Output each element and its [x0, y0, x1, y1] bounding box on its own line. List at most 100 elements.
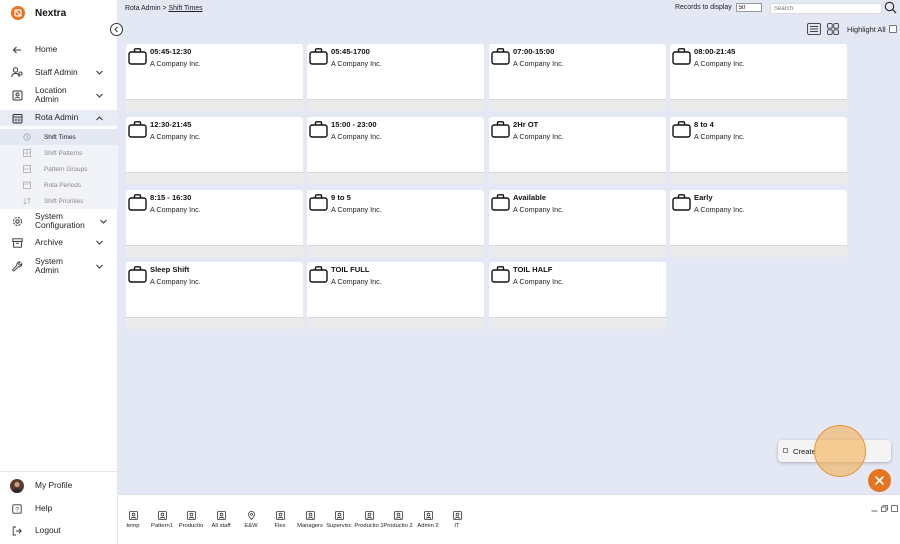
sidebar-item-rota-admin[interactable]: Rota Admin — [0, 110, 118, 126]
more-options-icon[interactable] — [653, 250, 663, 254]
sidebar-item-system-configuration[interactable]: System Configuration — [0, 210, 118, 232]
breadcrumb-current[interactable]: Shift Times — [168, 5, 202, 12]
shift-card-company: A Company Inc. — [513, 205, 564, 214]
sidebar-item-home[interactable]: Home — [0, 42, 118, 57]
chevron-down-icon — [95, 68, 104, 77]
shift-card[interactable]: Available A Company Inc. — [489, 190, 666, 257]
dock-item[interactable]: Admin 2 — [413, 511, 443, 530]
dock-item[interactable]: temp — [118, 511, 148, 530]
shift-card[interactable]: 12:30-21:45 A Company Inc. — [126, 117, 303, 184]
breadcrumb: Rota Admin > Shift Times — [125, 5, 203, 12]
arrow-left-icon — [11, 44, 23, 56]
dock-item[interactable]: Productio 1 — [354, 511, 384, 530]
shift-card-title: 9 to 5 — [331, 193, 351, 202]
records-input[interactable] — [735, 3, 762, 12]
sidebar-item-label: Location Admin — [35, 84, 67, 104]
briefcase-icon — [491, 265, 510, 283]
grid-view-icon[interactable] — [827, 23, 839, 35]
shift-card-company: A Company Inc. — [331, 205, 382, 214]
more-options-icon[interactable] — [290, 250, 300, 254]
restore-icon[interactable] — [881, 499, 888, 512]
sidebar-item-logout[interactable]: Logout — [0, 523, 118, 539]
shift-card[interactable]: 2Hr OT A Company Inc. — [489, 117, 666, 184]
shift-card-title: Available — [513, 193, 547, 202]
list-view-icon[interactable] — [807, 23, 821, 35]
more-options-icon[interactable] — [471, 322, 481, 326]
sidebar-subitem-shift-priorities[interactable]: Shift Priorities — [0, 193, 118, 209]
more-options-icon[interactable] — [653, 104, 663, 108]
more-options-icon[interactable] — [653, 322, 663, 326]
shift-card-company: A Company Inc. — [150, 59, 201, 68]
breadcrumb-root[interactable]: Rota Admin > — [125, 5, 168, 12]
create-label: Create — [793, 447, 816, 456]
calendar-icon — [23, 181, 31, 189]
more-options-icon[interactable] — [290, 104, 300, 108]
shift-card-footer — [307, 99, 484, 111]
more-options-icon[interactable] — [290, 177, 300, 181]
highlight-all-checkbox[interactable] — [888, 25, 897, 33]
shift-card[interactable]: 15:00 - 23:00 A Company Inc. — [307, 117, 484, 184]
shift-card[interactable]: 8 to 4 A Company Inc. — [670, 117, 847, 184]
dock-item[interactable]: Managers — [295, 511, 325, 530]
sidebar-subitem-shift-patterns[interactable]: Shift Patterns — [0, 145, 118, 161]
dock-item-label: Managers — [297, 523, 323, 529]
records-to-display: Records to display — [675, 3, 762, 12]
dock-item[interactable]: Supervisc — [324, 511, 354, 530]
shift-card[interactable]: 9 to 5 A Company Inc. — [307, 190, 484, 257]
sidebar-item-archive[interactable]: Archive — [0, 235, 118, 250]
shift-card[interactable]: 07:00-15:00 A Company Inc. — [489, 44, 666, 111]
dock-item[interactable]: Productio — [176, 511, 206, 530]
briefcase-icon — [309, 120, 328, 138]
sidebar-item-my-profile[interactable]: My Profile — [0, 478, 118, 494]
more-options-icon[interactable] — [834, 250, 844, 254]
dock-item[interactable]: Productio 2 — [383, 511, 413, 530]
shift-card[interactable]: Sleep Shift A Company Inc. — [126, 262, 303, 329]
more-options-icon[interactable] — [471, 250, 481, 254]
close-fab-button[interactable] — [868, 469, 891, 492]
person-icon — [423, 511, 433, 520]
sidebar-item-help[interactable]: ? Help — [0, 501, 118, 517]
sidebar-subitem-pattern-groups[interactable]: Pattern Groups — [0, 161, 118, 177]
sidebar-subitem-rota-periods[interactable]: Rota Periods — [0, 177, 118, 193]
more-options-icon[interactable] — [290, 322, 300, 326]
dock-item[interactable]: E&W — [236, 511, 266, 530]
search-icon[interactable] — [884, 1, 897, 14]
sidebar-item-staff-admin[interactable]: Staff Admin — [0, 65, 118, 80]
dock-item[interactable]: All staff — [206, 511, 236, 530]
more-options-icon[interactable] — [471, 104, 481, 108]
view-toolbar: Highlight All — [807, 22, 897, 36]
shift-card[interactable]: 05:45-1700 A Company Inc. — [307, 44, 484, 111]
dock-item[interactable]: IT — [442, 511, 472, 530]
briefcase-icon — [128, 120, 147, 138]
dock-item[interactable]: Flex — [265, 511, 295, 530]
dock-item[interactable]: Pattern1 — [147, 511, 177, 530]
dock-item-label: Productio 2 — [383, 523, 413, 529]
more-options-icon[interactable] — [834, 104, 844, 108]
more-options-icon[interactable] — [834, 177, 844, 181]
more-options-icon[interactable] — [653, 177, 663, 181]
brand-name: Nextra — [35, 7, 67, 19]
sidebar-item-system-admin[interactable]: System Admin — [0, 255, 118, 277]
minimize-icon[interactable] — [871, 499, 878, 512]
sidebar-item-label: Staff Admin — [35, 66, 78, 77]
sidebar-subitem-shift-times[interactable]: Shift Times — [0, 129, 118, 145]
sort-icon — [23, 197, 31, 205]
person-icon — [393, 511, 403, 520]
briefcase-icon — [672, 193, 691, 211]
shift-card[interactable]: Early A Company Inc. — [670, 190, 847, 257]
shift-card[interactable]: 8:15 - 16:30 A Company Inc. — [126, 190, 303, 257]
saved-filters-dock: temp Pattern1 Productio All staff E&W Flex Man… — [118, 494, 900, 544]
add-icon — [783, 448, 788, 453]
shift-card[interactable]: TOIL HALF A Company Inc. — [489, 262, 666, 329]
sidebar-item-location-admin[interactable]: Location Admin — [0, 84, 118, 106]
clock-icon — [23, 133, 31, 141]
shift-card[interactable]: 08:00-21:45 A Company Inc. — [670, 44, 847, 111]
more-options-icon[interactable] — [471, 177, 481, 181]
search-input[interactable] — [770, 3, 882, 14]
collapse-sidebar-button[interactable] — [110, 23, 123, 36]
chevron-down-icon — [95, 238, 104, 247]
maximize-icon[interactable] — [891, 499, 898, 512]
person-icon — [275, 511, 285, 520]
shift-card[interactable]: 05:45-12:30 A Company Inc. — [126, 44, 303, 111]
shift-card[interactable]: TOIL FULL A Company Inc. — [307, 262, 484, 329]
